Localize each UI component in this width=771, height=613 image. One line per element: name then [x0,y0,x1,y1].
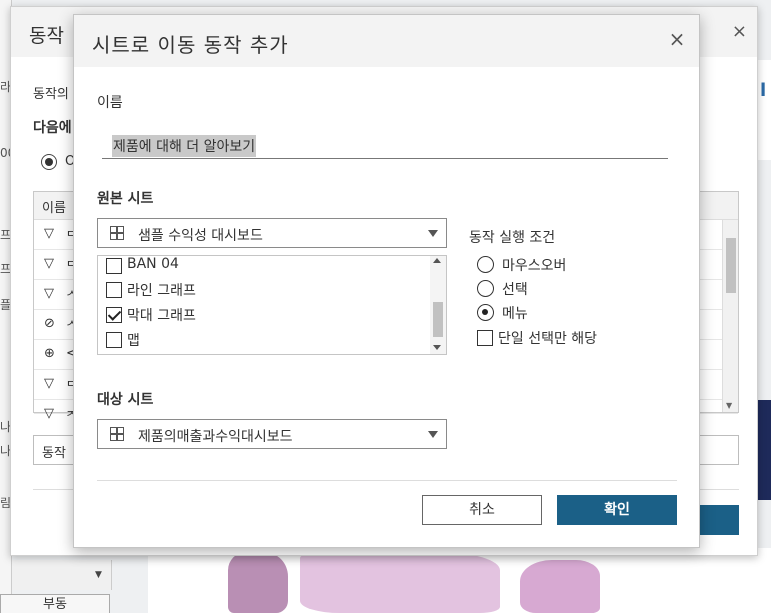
sheet-checkbox[interactable] [106,258,122,274]
condition-select[interactable]: 선택 [477,278,677,300]
sheet-item[interactable]: 막대 그래프 [106,304,426,328]
action-name-value: 제품에 대해 더 알아보기 [112,135,257,157]
source-sheet-value: 샘플 수익성 대시보드 [138,228,263,244]
scrollbar-thumb[interactable] [726,238,736,293]
radio-label: 마우스오버 [502,258,567,274]
map-region [300,552,500,613]
right-panel-text: l [760,80,767,101]
bottom-left-button[interactable]: 부동 [0,594,110,613]
radio-label: 선택 [502,282,528,298]
add-go-to-sheet-action-dialog: 시트로 이동 동작 추가 × 이름 제품에 대해 더 알아보기 원본 시트 샘플… [73,14,700,548]
highlight-icon: ⊘ [44,316,55,331]
chevron-down-icon [428,431,438,438]
filter-icon: ▽ [44,226,54,241]
scroll-down-icon[interactable]: ▼ [726,401,732,410]
table-scrollbar[interactable]: ▼ [722,220,738,412]
close-icon[interactable]: × [732,21,747,42]
filter-icon: ▽ [44,286,54,301]
scrollbar-thumb[interactable] [433,302,443,337]
name-label: 이름 [97,95,123,111]
condition-hover[interactable]: 마우스오버 [477,254,677,276]
sheet-checkbox[interactable] [106,307,122,323]
sheet-checkbox[interactable] [106,332,122,348]
sheet-item[interactable]: 라인 그래프 [106,279,426,303]
sheet-item-label: 막대 그래프 [127,308,196,324]
cancel-button[interactable]: 취소 [422,495,542,525]
scroll-up-icon[interactable] [433,258,441,263]
dialog-title: 시트로 이동 동작 추가 [92,33,289,57]
dialog-header: 시트로 이동 동작 추가 × [74,15,699,67]
sheet-item[interactable]: BAN 04 [106,256,426,279]
single-select-only[interactable]: 단일 선택만 해당 [477,327,677,349]
sheet-checkbox[interactable] [106,282,122,298]
map-region [228,552,288,613]
actions-radio[interactable] [41,154,57,170]
sheet-item-label: 라인 그래프 [127,283,196,299]
sheet-item-label: BAN 04 [127,256,179,272]
source-sheet-list[interactable]: BAN 04 라인 그래프 막대 그래프 맵 [97,255,447,355]
target-sheet-dropdown[interactable]: 제품의매출과수익대시보드 [97,419,447,449]
close-icon[interactable]: × [667,29,687,49]
actions-label: 다음에 [33,120,72,136]
dashboard-icon [110,226,124,240]
single-select-label: 단일 선택만 해당 [498,331,598,347]
target-sheet-label: 대상 시트 [97,392,154,408]
scroll-down-icon[interactable]: ▼ [95,570,102,580]
radio-button[interactable] [477,256,494,273]
target-sheet-value: 제품의매출과수익대시보드 [138,429,293,445]
source-sheet-dropdown[interactable]: 샘플 수익성 대시보드 [97,218,447,248]
scroll-down-icon[interactable] [433,345,441,350]
sheet-list-scrollbar[interactable] [430,256,446,354]
right-panel-edge [757,60,771,160]
map-region [520,560,600,613]
source-sheet-label: 원본 시트 [97,191,154,207]
filter-icon: ▽ [44,376,54,391]
chevron-down-icon [428,230,438,237]
actions-dialog-title: 동작 [29,25,64,47]
table-header-name[interactable]: 이름 [42,197,66,216]
run-condition-label: 동작 실행 조건 [469,230,556,246]
radio-button[interactable] [477,304,494,321]
radio-label: 메뉴 [502,306,528,322]
actions-input-text: 동작 [42,446,66,461]
ok-button[interactable]: 확인 [557,495,677,525]
sheet-item[interactable]: 맵 [106,329,426,353]
divider [97,480,677,481]
condition-menu[interactable]: 메뉴 [477,302,677,324]
filter-icon: ▽ [44,256,54,271]
url-icon: ⊕ [44,346,55,361]
action-name-input[interactable]: 제품에 대해 더 알아보기 [102,133,668,159]
sheet-item-label: 맵 [127,333,140,349]
dashboard-icon [110,427,124,441]
radio-button[interactable] [477,280,494,297]
filter-icon: ▽ [44,406,54,421]
actions-label: 동작의 [33,87,69,102]
right-navy-panel [757,400,771,500]
single-select-checkbox[interactable] [477,330,493,346]
